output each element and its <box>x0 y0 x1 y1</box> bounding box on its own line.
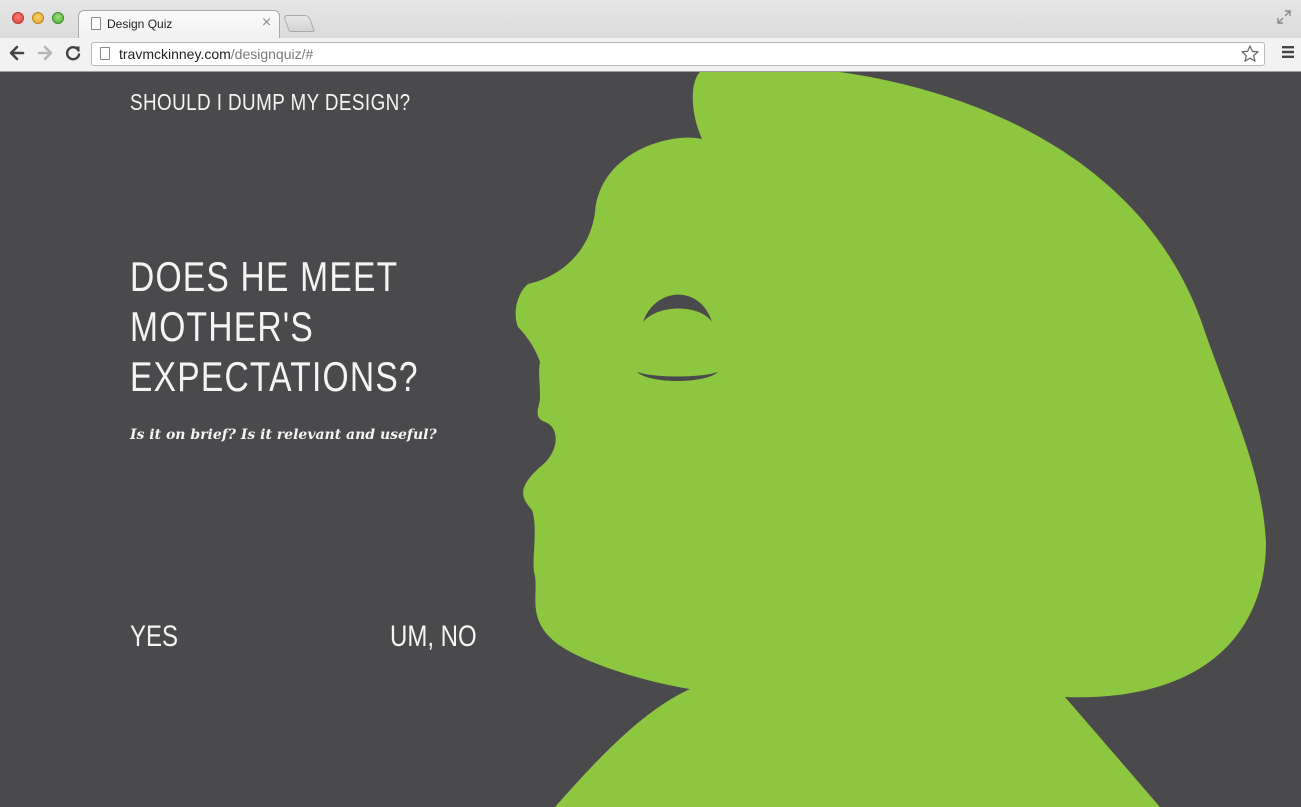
close-tab-icon[interactable]: × <box>261 15 272 30</box>
zoom-window-button[interactable] <box>52 12 64 24</box>
question-line: MOTHER'S <box>130 303 315 350</box>
browser-chrome: Design Quiz × travmckinney.com/designqui… <box>0 0 1301 72</box>
forward-arrow-icon[interactable] <box>35 43 55 63</box>
address-bar[interactable]: travmckinney.com/designquiz/# <box>91 42 1265 66</box>
reload-icon[interactable] <box>63 43 83 63</box>
answer-yes-button[interactable]: YES <box>130 620 178 654</box>
page-viewport: SHOULD I DUMP MY DESIGN? DOES HE MEET MO… <box>0 72 1301 807</box>
mother-head-silhouette <box>515 72 1266 807</box>
new-tab-button[interactable] <box>282 15 316 32</box>
fullscreen-icon[interactable] <box>1277 10 1291 24</box>
back-arrow-icon[interactable] <box>7 43 27 63</box>
browser-toolbar: travmckinney.com/designquiz/# <box>0 38 1301 71</box>
page-icon <box>91 17 101 30</box>
question-line: EXPECTATIONS? <box>130 353 419 400</box>
menu-icon[interactable] <box>1281 45 1295 59</box>
url-text[interactable]: travmckinney.com/designquiz/# <box>119 46 313 62</box>
close-window-button[interactable] <box>12 12 24 24</box>
site-title[interactable]: SHOULD I DUMP MY DESIGN? <box>130 89 411 116</box>
page-icon <box>100 47 110 60</box>
question-line: DOES HE MEET <box>130 253 399 300</box>
tab-title: Design Quiz <box>107 17 173 31</box>
quiz-question: DOES HE MEET MOTHER'S EXPECTATIONS? <box>130 252 434 402</box>
url-domain: travmckinney.com <box>119 46 231 62</box>
bookmark-star-icon[interactable] <box>1240 44 1260 64</box>
question-subtext: Is it on brief? Is it relevant and usefu… <box>130 427 437 443</box>
minimize-window-button[interactable] <box>32 12 44 24</box>
tab-design-quiz[interactable]: Design Quiz × <box>78 10 280 38</box>
url-path: /designquiz/# <box>230 46 314 62</box>
tab-strip: Design Quiz × <box>0 0 1301 38</box>
answer-no-button[interactable]: UM, NO <box>390 620 477 654</box>
